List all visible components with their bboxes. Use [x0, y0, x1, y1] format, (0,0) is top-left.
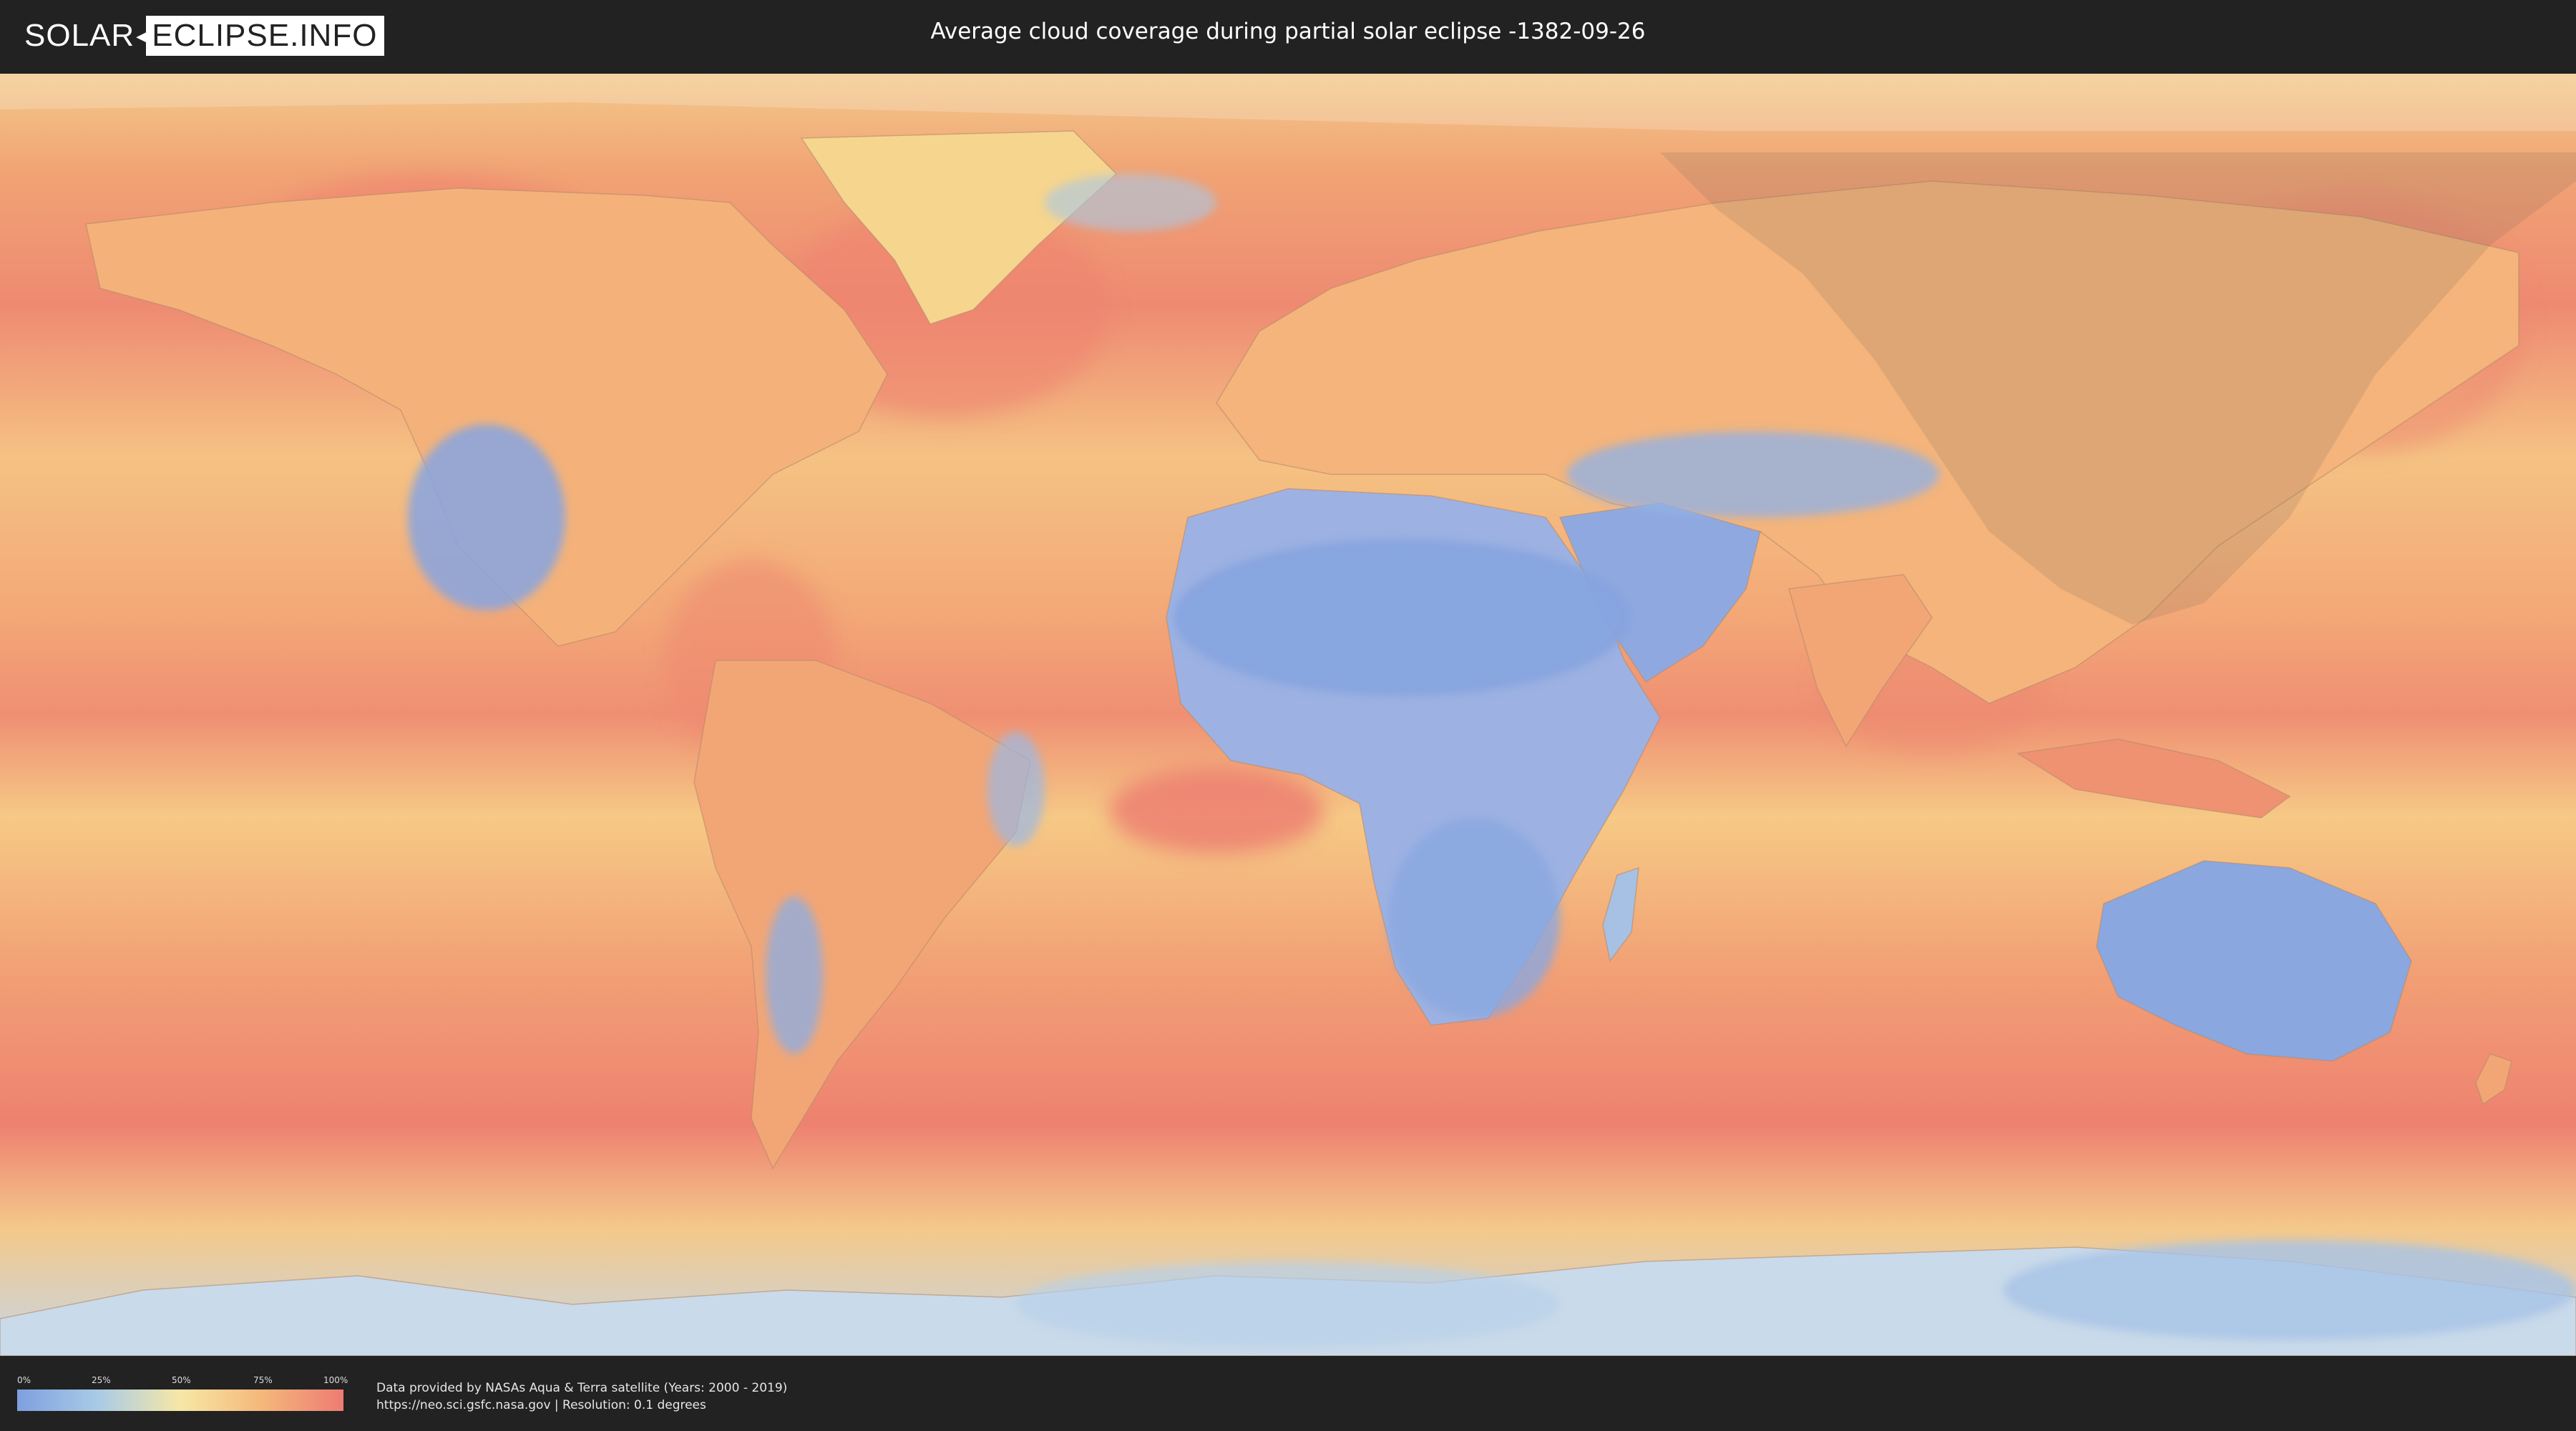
data-credits: Data provided by NASAs Aqua & Terra sate… [376, 1379, 787, 1414]
map-svg [0, 74, 2576, 1356]
credits-line-2: https://neo.sci.gsfc.nasa.gov | Resoluti… [376, 1398, 706, 1412]
header-bar: SOLAR ◂ ECLIPSE.INFO Average cloud cover… [0, 0, 2576, 72]
legend-color-bar [17, 1390, 343, 1411]
legend-tick: 50% [172, 1375, 191, 1385]
legend-tick: 0% [17, 1375, 31, 1385]
legend-tick: 100% [323, 1375, 348, 1385]
legend-tick: 25% [92, 1375, 111, 1385]
credits-line-1: Data provided by NASAs Aqua & Terra sate… [376, 1381, 788, 1395]
cloud-coverage-map[interactable] [0, 74, 2576, 1356]
legend-ticks: 0% 25% 50% 75% 100% [17, 1375, 348, 1387]
page-title: Average cloud coverage during partial so… [930, 19, 1646, 44]
cloud-coverage-legend: 0% 25% 50% 75% 100% [17, 1375, 348, 1412]
footer-bar: 0% 25% 50% 75% 100% Data provided by NAS… [0, 1358, 2576, 1431]
legend-tick: 75% [253, 1375, 273, 1385]
